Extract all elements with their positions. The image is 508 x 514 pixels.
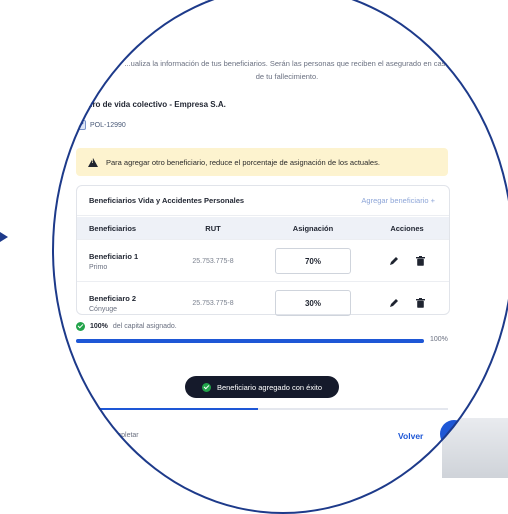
delete-trash-icon[interactable]: [414, 297, 426, 309]
summary-percent: 100%: [90, 323, 108, 330]
policy-checkbox-row[interactable]: POL-12990: [76, 120, 126, 130]
policy-number: POL-12990: [90, 121, 126, 129]
beneficiary-relation: Cónyuge: [89, 305, 118, 313]
beneficiaries-card: Beneficiarios Vida y Accidentes Personal…: [76, 185, 450, 316]
check-circle-icon: [76, 322, 85, 331]
allocation-input[interactable]: 70%: [275, 248, 351, 274]
progress-label: 100%: [430, 336, 448, 343]
allocation-progress-bar: [76, 339, 424, 343]
table-row: Beneficiaro 2 Cónyuge 25.753.775-8 30%: [77, 281, 449, 324]
warning-banner: Para agregar otro beneficiario, reduce e…: [76, 148, 448, 176]
step-progress-fill: [68, 408, 258, 410]
beneficiary-cell: Beneficiario 1 Primo: [77, 252, 165, 271]
actions-cell: [365, 255, 449, 267]
success-toast: Beneficiario agregado con éxito: [185, 376, 339, 398]
back-button[interactable]: Volver: [398, 431, 423, 441]
intro-text: ...ualiza la información de tus benefici…: [124, 59, 450, 81]
step-progress-track: [68, 408, 448, 410]
allocation-cell: 30%: [261, 290, 365, 316]
warning-text: Para agregar otro beneficiario, reduce e…: [106, 157, 380, 167]
rut-cell: 25.753.775-8: [192, 257, 234, 265]
callout-pointer-icon: [0, 232, 8, 242]
column-header-allocation: Asignación: [292, 223, 334, 233]
allocation-cell: 70%: [261, 248, 365, 274]
table-row: Beneficiario 1 Primo 25.753.775-8 70%: [77, 239, 449, 282]
summary-text: del capital asignado.: [112, 323, 177, 330]
card-title: Beneficiarios Vida y Accidentes Personal…: [89, 196, 245, 205]
allocation-progress-fill: [76, 339, 424, 343]
footer-status-text: ...por completar: [90, 432, 139, 439]
add-beneficiary-link[interactable]: Agregar beneficiario +: [361, 196, 435, 205]
edit-pencil-icon[interactable]: [388, 297, 400, 309]
card-header: Beneficiarios Vida y Accidentes Personal…: [77, 186, 449, 216]
beneficiary-name: Beneficiaro 2: [89, 293, 137, 303]
delete-trash-icon[interactable]: [414, 255, 426, 267]
continue-button[interactable]: [440, 420, 468, 448]
rut-cell: 25.753.775-8: [192, 299, 234, 307]
allocation-input[interactable]: 30%: [275, 290, 351, 316]
check-circle-icon: [201, 382, 211, 392]
beneficiary-cell: Beneficiaro 2 Cónyuge: [77, 294, 165, 313]
table-header: Beneficiarios RUT Asignación Acciones: [77, 217, 449, 239]
warning-triangle-icon: [88, 157, 98, 167]
magnifier-view: ...ualiza la información de tus benefici…: [52, 0, 508, 514]
allocation-summary: 100% del capital asignado.: [76, 322, 177, 331]
toast-text: Beneficiario agregado con éxito: [216, 382, 323, 392]
column-header-rut: RUT: [205, 223, 221, 233]
checkbox-checked-icon[interactable]: [76, 120, 86, 130]
column-header-actions: Acciones: [390, 223, 424, 233]
edit-pencil-icon[interactable]: [388, 255, 400, 267]
beneficiary-relation: Primo: [89, 263, 108, 271]
column-header-beneficiaries: Beneficiarios: [89, 223, 137, 233]
beneficiary-name: Beneficiario 1: [89, 251, 139, 261]
policy-title: ...guro de vida colectivo - Empresa S.A.: [76, 100, 226, 109]
actions-cell: [365, 297, 449, 309]
